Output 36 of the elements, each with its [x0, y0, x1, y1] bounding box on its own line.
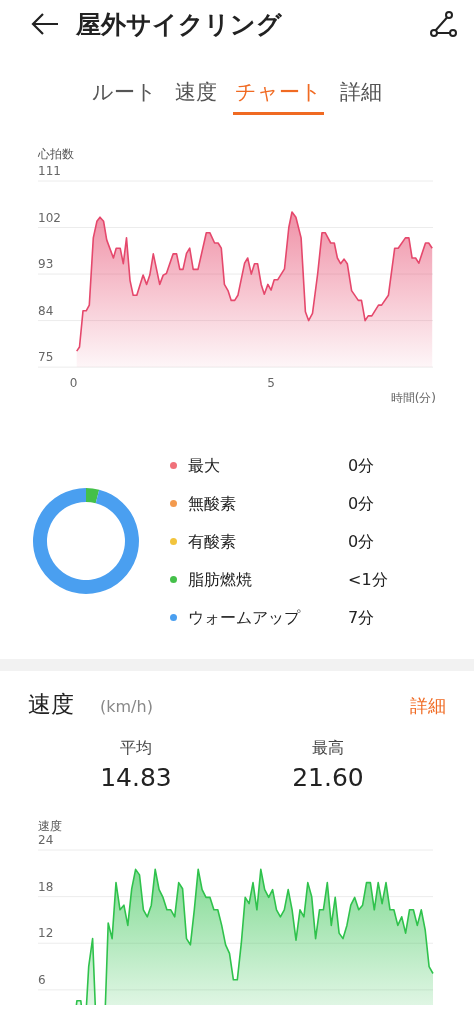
tab[interactable]: 詳細	[338, 74, 384, 112]
zone-time: 0分	[348, 454, 376, 476]
stat-label: 最高	[312, 738, 344, 759]
back-arrow-icon[interactable]	[30, 12, 60, 36]
axis-tick-label: 24	[38, 835, 54, 847]
zone-time: 0分	[348, 492, 376, 514]
axis-tick-label: 0	[69, 376, 78, 391]
zone-label: 脂肪燃焼	[188, 568, 253, 590]
axis-tick-label: 6	[38, 972, 46, 987]
stat-value: 14.83	[100, 763, 172, 792]
axis-tick-label: 75	[38, 350, 54, 365]
zone-label: ウォームアップ	[188, 606, 302, 628]
zone-time: 7分	[348, 606, 376, 628]
axis-title: 速度	[38, 818, 62, 835]
axis-tick-label: 102	[38, 210, 61, 225]
stat-value: 21.60	[292, 763, 364, 792]
zone-label: 最大	[188, 454, 221, 476]
axis-tick-label: 12	[38, 926, 54, 941]
zone-time: 0分	[348, 530, 376, 552]
axis-tick-label: 18	[38, 879, 54, 894]
axis-tick-label: 5	[267, 376, 275, 391]
section-title: 速度	[28, 690, 74, 719]
zone-label: 無酸素	[188, 492, 237, 514]
unit-label: (km/h)	[100, 697, 154, 716]
axis-tick-label: 93	[38, 257, 54, 272]
axis-tick-label: 111	[38, 164, 61, 178]
tab[interactable]: ルート	[90, 74, 159, 112]
stat-label: 平均	[120, 738, 152, 759]
tab[interactable]: 速度	[173, 74, 219, 112]
page-title: 屋外サイクリング	[76, 8, 283, 41]
zone-label: 有酸素	[188, 530, 237, 552]
route-icon[interactable]	[428, 9, 458, 39]
axis-tick-label: 84	[38, 303, 54, 318]
axis-title: 心拍数	[38, 146, 74, 163]
axis-title: 時間(分)	[390, 391, 436, 403]
zone-time: <1分	[348, 568, 388, 590]
